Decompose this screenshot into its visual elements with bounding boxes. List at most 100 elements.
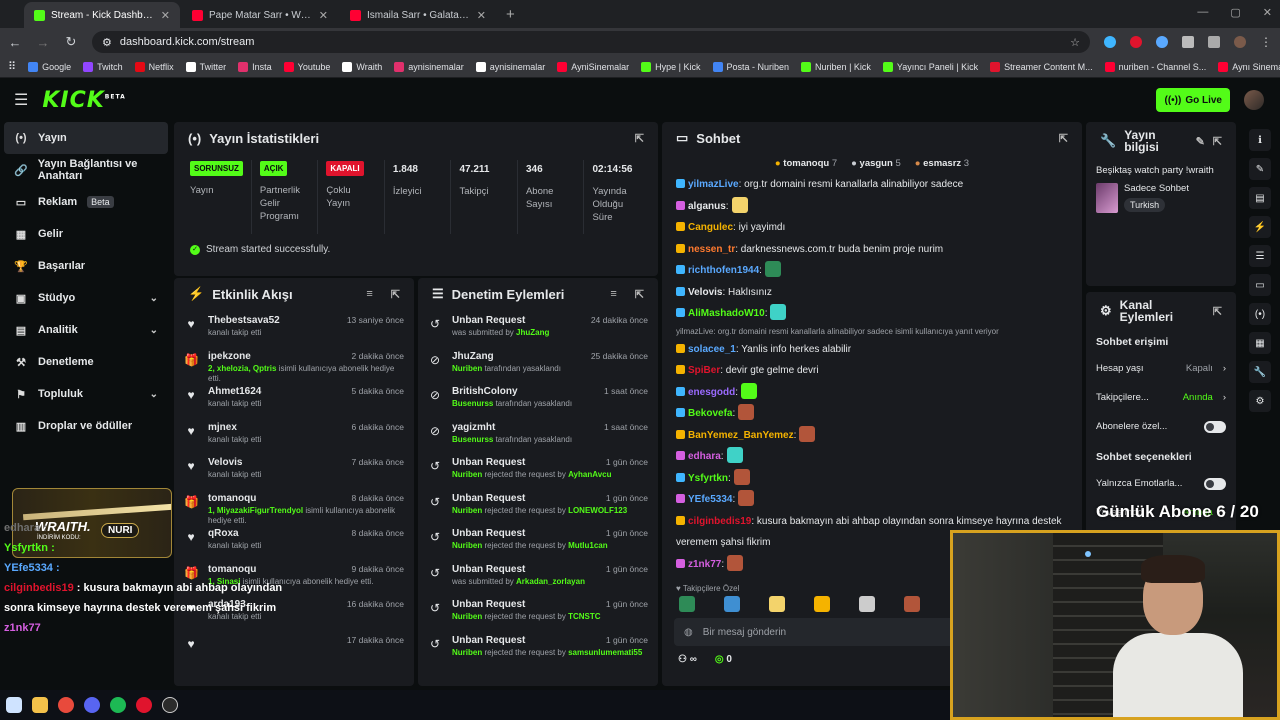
chat-message[interactable]: SpiBer: devir gte gelme devri (676, 360, 1068, 382)
close-window-icon[interactable]: ✕ (1263, 6, 1272, 19)
chat-message[interactable]: AliMashadoW10: (676, 303, 1068, 325)
activity-user[interactable]: Thebestsava52 (208, 315, 280, 326)
moderation-item[interactable]: ↺ Unban Request 1 gün önce Nuriben rejected… (428, 452, 648, 488)
profile-avatar[interactable] (1234, 36, 1246, 48)
bookmark-item[interactable]: Twitch (83, 61, 123, 72)
chat-message[interactable]: Bekovefa: (676, 403, 1068, 425)
site-info-icon[interactable]: ⚙ (102, 36, 112, 49)
moderation-item[interactable]: ↺ Unban Request 1 gün önce Nuriben rejected… (428, 594, 648, 630)
emote-icon[interactable] (769, 596, 785, 612)
chrome-icon[interactable] (58, 697, 74, 713)
chat-username[interactable]: yilmazLive (688, 179, 739, 190)
activity-user[interactable]: Ahmet1624 (208, 386, 261, 397)
users-link-icon[interactable]: ⚇ ∞ (678, 654, 697, 665)
bookmark-item[interactable]: aynisinemalar (394, 61, 464, 72)
bookmark-item[interactable]: Insta (238, 61, 272, 72)
edit-icon[interactable]: ✎ (1196, 135, 1205, 148)
activity-user[interactable]: tomanoqu (208, 493, 256, 504)
top-gifter[interactable]: ● tomanoqu 7 (775, 158, 837, 169)
address-bar[interactable]: ⚙ dashboard.kick.com/stream ☆ (92, 31, 1090, 53)
chat-message[interactable]: solacee_1: Yanlis info herkes alabilir (676, 339, 1068, 361)
kick-points[interactable]: ◎ 0 (715, 654, 732, 665)
chat-username[interactable]: enesgodd (688, 387, 735, 398)
bookmark-item[interactable]: Aynı Sinemalar - Ça... (1218, 61, 1280, 72)
sidebar-item[interactable]: ▤ Analitik ⌄ (4, 314, 168, 346)
emote-icon[interactable] (679, 596, 695, 612)
browser-tab[interactable]: Pape Matar Sarr • Welcome to ✕ (182, 2, 338, 28)
setting-row[interactable]: Abonelere özel... (1086, 412, 1236, 441)
chat-username[interactable]: Ysfyrtkn (688, 473, 728, 484)
chat-username[interactable]: richthofen1944 (688, 265, 759, 276)
sidebar-item[interactable]: ▭ Reklam Beta (4, 186, 168, 218)
chat-message[interactable]: Ysfyrtkn: (676, 468, 1068, 490)
expand-icon[interactable]: ⇱ (635, 288, 644, 301)
chat-message[interactable]: Cangulec: iyi yayimdı (676, 217, 1068, 239)
moderation-item[interactable]: ⊘ JhuZang 25 dakika önce Nuriben tarafından… (428, 346, 648, 382)
language-tag[interactable]: Turkish (1124, 198, 1166, 212)
moderation-item[interactable]: ↺ Unban Request 1 gün önce Nuriben rejected… (428, 523, 648, 559)
chat-message[interactable]: YEfe5334: (676, 489, 1068, 511)
top-gifter[interactable]: ● esmasrz 3 (915, 158, 969, 169)
chat-bubble-icon[interactable]: ▭ (1249, 274, 1271, 296)
browser-tab[interactable]: Ismaila Sarr • Galatasaray Tran ✕ (340, 2, 496, 28)
kebab-menu-icon[interactable]: ⋮ (1260, 35, 1272, 49)
activity-user[interactable]: ipekzone (208, 351, 251, 362)
moderation-item[interactable]: ↺ Unban Request 1 gün önce was submitted by… (428, 559, 648, 595)
minimize-icon[interactable]: — (1197, 6, 1208, 19)
sidebar-item[interactable]: ▥ Droplar ve ödüller (4, 410, 168, 442)
bookmark-item[interactable]: nuriben - Channel S... (1104, 61, 1206, 72)
top-gifter[interactable]: ● yasgun 5 (851, 158, 901, 169)
bookmark-item[interactable]: Google (28, 61, 71, 72)
chat-username[interactable]: alganus (688, 201, 726, 212)
sidebar-item[interactable]: 🔗 Yayın Bağlantısı ve Anahtarı (4, 154, 168, 186)
activity-user[interactable]: Velovis (208, 457, 242, 468)
chat-input[interactable]: ◍ Bir mesaj gönderin (674, 618, 964, 646)
back-icon[interactable]: ← (8, 35, 22, 50)
kick-logo[interactable]: KICKBETA (42, 88, 125, 113)
bookmark-item[interactable]: Twitter (185, 61, 226, 72)
bookmark-item[interactable]: Wraith (342, 61, 382, 72)
emote-icon[interactable] (904, 596, 920, 612)
emote-icon[interactable] (859, 596, 875, 612)
apps-grid-icon[interactable]: ⠿ (8, 60, 16, 73)
emote-icon[interactable] (724, 596, 740, 612)
chat-message[interactable]: cilginbedis19: kusura bakmayın abi ahbap… (676, 511, 1068, 533)
chat-username[interactable]: Velovis (688, 287, 722, 298)
emote-icon[interactable] (814, 596, 830, 612)
hamburger-menu-icon[interactable]: ☰ (14, 90, 28, 110)
extension-icon[interactable] (1104, 36, 1116, 48)
expand-icon[interactable]: ⇱ (391, 288, 400, 301)
chat-message[interactable]: richthofen1944: (676, 260, 1068, 282)
app-icon[interactable] (136, 697, 152, 713)
sidebar-item[interactable]: ⚑ Topluluk ⌄ (4, 378, 168, 410)
filter-icon[interactable]: ≡ (610, 288, 616, 300)
sidebar-item[interactable]: ⚒ Denetleme (4, 346, 168, 378)
puzzle-icon[interactable] (1182, 36, 1194, 48)
sidebar-item[interactable]: (•) Yayın (4, 122, 168, 154)
bookmark-item[interactable]: Netflix (134, 61, 174, 72)
go-live-button[interactable]: ((•)) Go Live (1156, 88, 1230, 112)
expand-icon[interactable]: ⇱ (1213, 305, 1222, 318)
chat-username[interactable]: edhara (688, 451, 721, 462)
bookmark-item[interactable]: Hype | Kick (641, 61, 701, 72)
bookmark-star-icon[interactable]: ☆ (1070, 36, 1080, 49)
wrench-icon[interactable]: 🔧 (1249, 361, 1271, 383)
chat-message[interactable]: enesgodd: (676, 382, 1068, 404)
bookmark-item[interactable]: Youtube (283, 61, 330, 72)
bookmark-item[interactable]: Nuriben | Kick (801, 61, 871, 72)
chat-settings-icon[interactable]: ◍ (684, 627, 693, 638)
new-tab-button[interactable]: + (498, 2, 523, 28)
chat-message[interactable]: yilmazLive: org.tr domaini resmi kanalla… (676, 174, 1068, 196)
setting-row[interactable]: Hesap yaşı Kapalı › (1086, 354, 1236, 383)
card-icon[interactable]: ▤ (1249, 187, 1271, 209)
info-icon[interactable]: ℹ (1249, 129, 1271, 151)
bookmark-item[interactable]: aynisinemalar (475, 61, 545, 72)
edit-icon[interactable]: ✎ (1249, 158, 1271, 180)
moderation-item[interactable]: ⊘ yagizmht 1 saat önce Busenurss tarafından… (428, 417, 648, 453)
file-explorer-icon[interactable] (32, 697, 48, 713)
chat-username[interactable]: SpiBer (688, 365, 720, 376)
browser-tab[interactable]: Stream - Kick Dashboard ✕ (24, 2, 180, 28)
sidebar-item[interactable]: ▣ Stüdyo ⌄ (4, 282, 168, 314)
maximize-icon[interactable]: ▢ (1230, 6, 1240, 19)
moderation-item[interactable]: ⊘ BritishColony 1 saat önce Busenurss taraf… (428, 381, 648, 417)
